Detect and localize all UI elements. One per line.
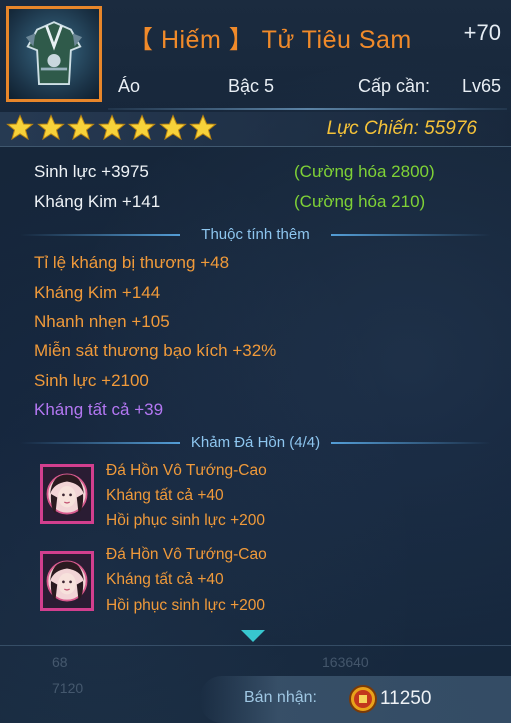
star-icon [6, 114, 34, 141]
extra-stat-name: Kháng Kim [34, 283, 118, 302]
item-tooltip-panel: 【 Hiếm 】 Tử Tiêu Sam +70 Áo Bậc 5 Cấp cầ… [0, 0, 511, 723]
faded-value: 7120 [52, 680, 84, 696]
base-stat-bonus: (Cường hóa 2800) [294, 162, 435, 181]
extra-stat: Sinh lực +2100 [34, 371, 149, 391]
extra-stat: Kháng Kim +144 [34, 283, 160, 303]
star-rating-bar: Lực Chiến: 55976 [0, 112, 511, 146]
bottom-divider [0, 645, 511, 646]
extra-stat-name: Kháng tất cả [34, 400, 130, 419]
base-stat-metal-resist: Kháng Kim +141 [34, 192, 160, 212]
gem-name: Đá Hồn Vô Tướng-Cao [106, 462, 267, 479]
faded-value: 68 [52, 654, 68, 670]
gem-stat-value: +40 [197, 571, 224, 588]
extra-stat-value: +32% [232, 341, 277, 360]
gold-coin-icon [348, 684, 378, 714]
gem-stat: Kháng tất cả +40 [106, 571, 224, 589]
gem-stat-name: Hồi phục sinh lực [106, 597, 226, 614]
extra-stat: Kháng tất cả +39 [34, 400, 163, 420]
gem-stat-value: +40 [197, 487, 224, 504]
required-level-label: Cấp cần: [358, 76, 431, 96]
gem-name: Đá Hồn Vô Tướng-Cao [106, 546, 267, 563]
extra-stat-name: Miễn sát thương bạo kích [34, 341, 228, 360]
extra-stat-value: +105 [131, 312, 170, 331]
extra-stat: Miễn sát thương bạo kích +32% [34, 341, 276, 361]
extra-attributes-title: Thuộc tính thêm [201, 226, 310, 243]
header-divider [108, 108, 507, 110]
stars-divider [0, 146, 511, 147]
star-icon [97, 114, 126, 141]
gem-stat: Kháng tất cả +40 [106, 487, 224, 505]
star-icon [189, 114, 217, 141]
gem-stat: Hồi phục sinh lực +200 [106, 512, 265, 530]
gem-stat-name: Kháng tất cả [106, 487, 194, 504]
gem-stat-name: Hồi phục sinh lực [106, 512, 226, 529]
extra-stat: Nhanh nhẹn +105 [34, 312, 170, 332]
robe-icon [25, 21, 83, 85]
sell-price: 11250 [380, 688, 432, 709]
item-tier: Bậc 5 [228, 76, 275, 96]
extra-stat-value: +39 [134, 400, 164, 419]
extra-stat-name: Sinh lực [34, 371, 97, 390]
base-stat-value: +141 [121, 192, 161, 211]
gem-slots-title: Khảm Đá Hồn (4/4) [190, 434, 321, 451]
combat-power-label: Lực Chiến: [326, 118, 419, 139]
enhance-level: +70 [463, 20, 501, 45]
base-stat-name: Kháng Kim [34, 192, 118, 211]
gem-stat-value: +200 [230, 597, 266, 614]
item-icon [6, 6, 102, 102]
star-icon [67, 114, 95, 141]
item-name: 【 Hiếm 】 Tử Tiêu Sam [128, 26, 412, 54]
star-icon [158, 114, 187, 141]
required-level-value: Lv65 [461, 76, 501, 96]
combat-power-value: 55976 [424, 118, 477, 139]
base-stat-value: +3975 [101, 162, 149, 181]
star-icon [36, 114, 65, 141]
gem-stat-name: Kháng tất cả [106, 571, 194, 588]
extra-stat-name: Nhanh nhẹn [34, 312, 127, 331]
star-icon [128, 114, 156, 141]
base-stat-bonus: (Cường hóa 210) [294, 192, 426, 211]
gem-stat-value: +200 [230, 512, 266, 529]
scroll-down-arrow-icon[interactable] [241, 630, 265, 642]
extra-stat-value: +48 [200, 253, 230, 272]
extra-stat-name: Tỉ lệ kháng bị thương [34, 253, 196, 272]
faded-value: 163640 [322, 654, 369, 670]
sell-label: Bán nhận: [244, 689, 317, 706]
base-stat-hp: Sinh lực +3975 [34, 162, 149, 182]
extra-stat: Tỉ lệ kháng bị thương +48 [34, 253, 229, 273]
gem-portrait-icon [40, 551, 94, 611]
extra-stat-value: +144 [121, 283, 161, 302]
item-type: Áo [118, 76, 141, 96]
base-stat-name: Sinh lực [34, 162, 97, 181]
extra-stat-value: +2100 [101, 371, 149, 390]
combat-power: Lực Chiến: 55976 [327, 118, 477, 140]
gem-portrait-icon [40, 464, 94, 524]
gem-stat: Hồi phục sinh lực +200 [106, 597, 265, 615]
